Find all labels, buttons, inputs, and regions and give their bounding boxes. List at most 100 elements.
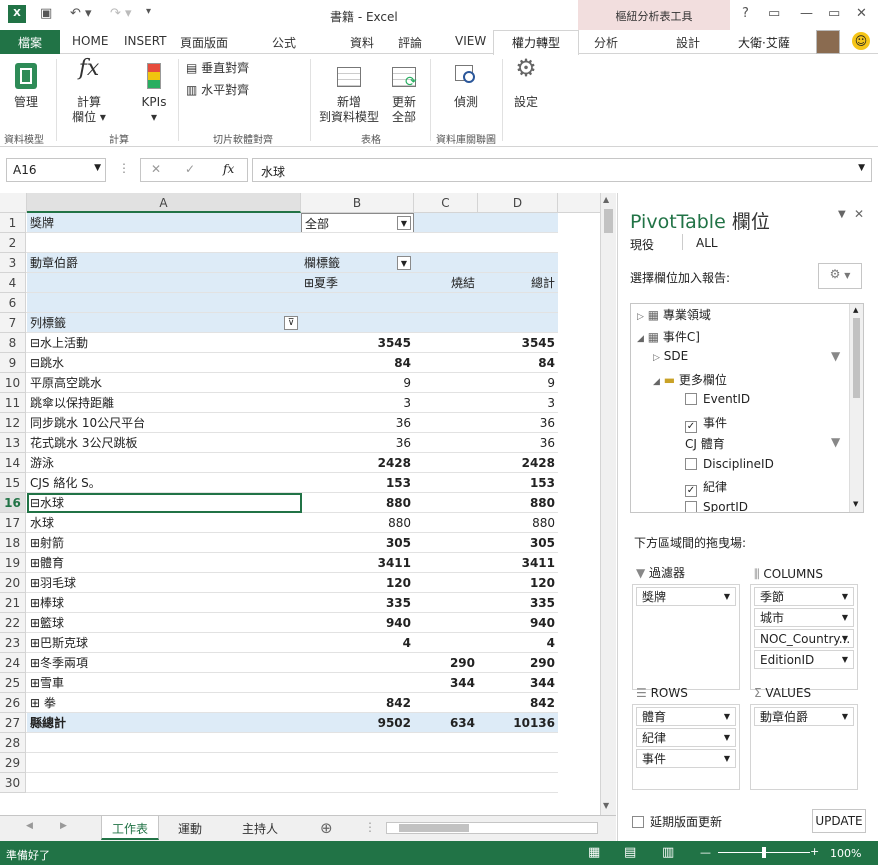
- row-header[interactable]: 20: [0, 573, 26, 593]
- cell-c[interactable]: [414, 613, 478, 633]
- cell-b[interactable]: 335: [301, 593, 414, 613]
- cell-d[interactable]: 305: [478, 533, 558, 553]
- field-item[interactable]: SportID: [685, 500, 748, 512]
- cell-a[interactable]: 動章伯爵: [27, 253, 301, 273]
- cell-b[interactable]: [301, 233, 414, 253]
- cell-c[interactable]: [414, 473, 478, 493]
- rows-area-item[interactable]: 紀律 ▼: [636, 728, 736, 747]
- row-header[interactable]: 19: [0, 553, 26, 573]
- save-icon[interactable]: ▣: [40, 6, 52, 21]
- tab-view[interactable]: VIEW: [455, 34, 486, 48]
- scroll-up-icon[interactable]: ▲: [853, 306, 858, 314]
- cell-b[interactable]: [301, 293, 414, 313]
- cell-a[interactable]: ⊞棒球: [27, 593, 301, 613]
- formula-input[interactable]: 水球 ▼: [252, 158, 872, 182]
- cell-c[interactable]: [414, 313, 478, 333]
- expand-icon[interactable]: ◢: [637, 334, 644, 344]
- cell-a[interactable]: CJS 絡化 S。: [27, 473, 301, 493]
- cancel-icon[interactable]: ✕: [151, 162, 161, 176]
- cell-d[interactable]: 880: [478, 493, 558, 513]
- row-header[interactable]: 2: [0, 233, 26, 253]
- cell-a[interactable]: ⊞巴斯克球: [27, 633, 301, 653]
- redo-icon[interactable]: ↷ ▾: [110, 6, 132, 21]
- zoom-slider-thumb[interactable]: [762, 847, 766, 858]
- row-header[interactable]: 7: [0, 313, 26, 333]
- cell-b[interactable]: 3545: [301, 333, 414, 353]
- field-list-scrollbar[interactable]: ▲ ▼: [849, 304, 863, 512]
- scroll-up-icon[interactable]: ▲: [603, 195, 609, 204]
- smiley-feedback-icon[interactable]: ☺: [852, 32, 870, 50]
- row-header[interactable]: 12: [0, 413, 26, 433]
- tab-formulas[interactable]: 公式: [272, 34, 296, 51]
- next-sheet-icon[interactable]: ▶: [60, 821, 67, 831]
- row-header[interactable]: 18: [0, 533, 26, 553]
- row-header[interactable]: 8: [0, 333, 26, 353]
- tab-active-fields[interactable]: 現役: [630, 236, 654, 253]
- expand-icon[interactable]: ▷: [653, 353, 660, 363]
- kpis-button[interactable]: KPIs ▾: [136, 61, 172, 125]
- cell-d[interactable]: [478, 213, 558, 233]
- row-header[interactable]: 13: [0, 433, 26, 453]
- cell-c[interactable]: [414, 753, 478, 773]
- cell-d[interactable]: [478, 313, 558, 333]
- cell-a[interactable]: 列標籤: [27, 313, 301, 333]
- cell-a[interactable]: [27, 773, 301, 793]
- cell-c[interactable]: [414, 693, 478, 713]
- cell-b[interactable]: [301, 653, 414, 673]
- cell-c[interactable]: 634: [414, 713, 478, 733]
- cell-a[interactable]: ⊞ 拳: [27, 693, 301, 713]
- cell-b[interactable]: 940: [301, 613, 414, 633]
- cell-d[interactable]: 120: [478, 573, 558, 593]
- cell-c[interactable]: [414, 233, 478, 253]
- cell-a[interactable]: ⊞羽毛球: [27, 573, 301, 593]
- field-item[interactable]: ✓ 事件: [685, 414, 727, 433]
- minimize-button[interactable]: —: [800, 6, 813, 21]
- cell-c[interactable]: [414, 593, 478, 613]
- cell-c[interactable]: [414, 333, 478, 353]
- chevron-down-icon[interactable]: ▼: [842, 589, 848, 605]
- cell-a[interactable]: ⊟水球: [27, 493, 301, 513]
- cell-b[interactable]: 153: [301, 473, 414, 493]
- vertical-scrollbar[interactable]: ▲ ▼: [600, 193, 616, 815]
- tab-all-fields[interactable]: ALL: [696, 236, 718, 250]
- row-header[interactable]: 1: [0, 213, 26, 233]
- cell-d[interactable]: 880: [478, 513, 558, 533]
- calculated-fields-button[interactable]: fx 計算 欄位 ▾: [68, 58, 110, 125]
- defer-checkbox[interactable]: [632, 816, 644, 828]
- cell-b[interactable]: 3411: [301, 553, 414, 573]
- cell-a[interactable]: 縣總計: [27, 713, 301, 733]
- field-list[interactable]: ▷ ▦ 專業領域 ◢ ▦ 事件C] ▷ SDE ▼ ◢ ▬ 更多欄位 EventID ✓ 事件…: [630, 303, 864, 513]
- tab-split-icon[interactable]: ⋮: [364, 820, 376, 834]
- row-header[interactable]: 15: [0, 473, 26, 493]
- values-area-item[interactable]: 動章伯爵 ▼: [754, 707, 854, 726]
- worksheet-grid[interactable]: A B C D 1 獎牌 全部 ▼ 2 3 動章伯爵 欄標籤 ▼ 4 ⊞夏季 燒結 總計 6 7 列標籤 ⊽ 8 ⊟…: [0, 193, 616, 815]
- cell-c[interactable]: 燒結: [414, 273, 478, 293]
- cell-b[interactable]: [301, 773, 414, 793]
- undo-icon[interactable]: ↶ ▾: [70, 6, 92, 21]
- cell-c[interactable]: [414, 213, 478, 233]
- cell-a[interactable]: ⊟跳水: [27, 353, 301, 373]
- zoom-out-button[interactable]: —: [700, 846, 711, 859]
- insert-function-icon[interactable]: fx: [223, 162, 234, 176]
- cell-d[interactable]: 3545: [478, 333, 558, 353]
- column-header-b[interactable]: B: [301, 193, 414, 213]
- cell-c[interactable]: [414, 533, 478, 553]
- cell-b[interactable]: 305: [301, 533, 414, 553]
- cell-a[interactable]: [27, 733, 301, 753]
- tab-analyze[interactable]: 分析: [594, 34, 618, 51]
- cell-b[interactable]: 9502: [301, 713, 414, 733]
- cell-b[interactable]: [301, 313, 414, 333]
- scroll-thumb[interactable]: [853, 318, 860, 398]
- cell-d[interactable]: 290: [478, 653, 558, 673]
- field-list-settings-button[interactable]: ⚙ ▼: [818, 263, 862, 289]
- cell-b[interactable]: 9: [301, 373, 414, 393]
- cell-a[interactable]: ⊟水上活動: [27, 333, 301, 353]
- columns-area-item[interactable]: NOC_Country... ▼: [754, 629, 854, 648]
- cell-a[interactable]: 花式跳水 3公尺跳板: [27, 433, 301, 453]
- page-break-view-icon[interactable]: ▥: [662, 845, 674, 860]
- cell-c[interactable]: 344: [414, 673, 478, 693]
- detect-button[interactable]: 偵測: [448, 61, 484, 110]
- cell-b[interactable]: 842: [301, 693, 414, 713]
- update-button[interactable]: UPDATE: [812, 809, 866, 833]
- field-item[interactable]: ▷ SDE ▼: [653, 349, 840, 363]
